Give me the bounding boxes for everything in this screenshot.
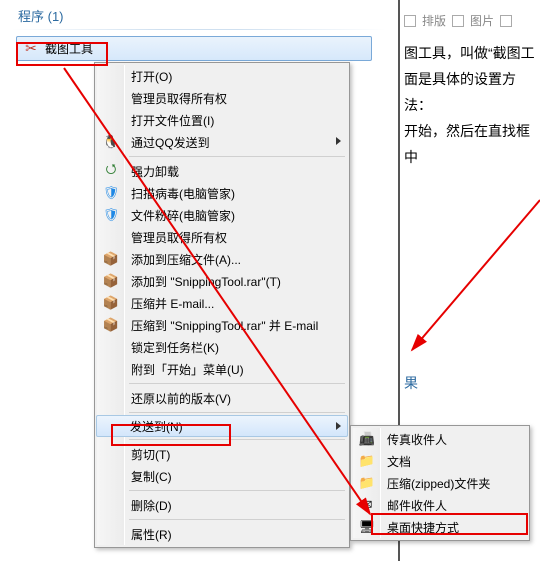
rar-icon: 📦 (103, 295, 119, 311)
layout-icon (404, 15, 416, 27)
mi-uninstall[interactable]: ⭯强力卸载 (97, 160, 347, 182)
mi-pin-start[interactable]: 附到「开始」菜单(U) (97, 358, 347, 380)
article-text: 果 (404, 370, 536, 396)
editor-tabs: 排版 图片 (404, 8, 536, 34)
mi-qq-send[interactable]: 🐧通过QQ发送到 (97, 131, 347, 153)
sendto-submenu: 📠传真收件人 📁文档 📁压缩(zipped)文件夹 ✉邮件收件人 🖥桌面快捷方式 (350, 425, 530, 541)
mi-properties[interactable]: 属性(R) (97, 523, 347, 545)
mi-desktop-shortcut[interactable]: 🖥桌面快捷方式 (353, 516, 527, 538)
chevron-right-icon (336, 422, 341, 430)
context-menu: 打开(O) 管理员取得所有权 打开文件位置(I) 🐧通过QQ发送到 ⭯强力卸载 … (94, 62, 350, 548)
separator (129, 439, 345, 440)
mi-add-snip-rar[interactable]: 📦添加到 "SnippingTool.rar"(T) (97, 270, 347, 292)
rar-icon: 📦 (103, 251, 119, 267)
mi-admin-own[interactable]: 管理员取得所有权 (97, 87, 347, 109)
mi-send-to[interactable]: 发送到(N) (96, 415, 348, 437)
mi-restore-versions[interactable]: 还原以前的版本(V) (97, 387, 347, 409)
mi-cut[interactable]: 剪切(T) (97, 443, 347, 465)
fax-icon: 📠 (359, 431, 375, 447)
uninstall-icon: ⭯ (103, 163, 119, 179)
image-icon (452, 15, 464, 27)
article-text: 图工具，叫做“截图工 (404, 40, 536, 66)
programs-header: 程序 (1) (0, 0, 398, 27)
mi-zip-snip-email[interactable]: 📦压缩到 "SnippingTool.rar" 并 E-mail (97, 314, 347, 336)
header-divider (12, 29, 386, 30)
separator (129, 412, 345, 413)
monitor-icon: 🖥 (359, 519, 375, 535)
mi-open-location[interactable]: 打开文件位置(I) (97, 109, 347, 131)
article-text: 面是具体的设置方法： (404, 66, 536, 118)
shield-icon: 🛡 (103, 207, 119, 223)
mi-open[interactable]: 打开(O) (97, 65, 347, 87)
mi-add-to-archive[interactable]: 📦添加到压缩文件(A)... (97, 248, 347, 270)
mi-file-shred[interactable]: 🛡文件粉碎(电脑管家) (97, 204, 347, 226)
video-icon (500, 15, 512, 27)
rar-icon: 📦 (103, 273, 119, 289)
mi-delete[interactable]: 删除(D) (97, 494, 347, 516)
mi-admin-own2[interactable]: 管理员取得所有权 (97, 226, 347, 248)
program-snipping-tool[interactable]: ✂ 截图工具 (16, 36, 372, 61)
qq-icon: 🐧 (103, 134, 119, 150)
mi-zipped-folder[interactable]: 📁压缩(zipped)文件夹 (353, 472, 527, 494)
mi-mail-recipient[interactable]: ✉邮件收件人 (353, 494, 527, 516)
program-label: 截图工具 (45, 40, 93, 57)
mi-zip-email[interactable]: 📦压缩并 E-mail... (97, 292, 347, 314)
zip-icon: 📁 (359, 475, 375, 491)
tab-layout[interactable]: 排版 (422, 8, 446, 34)
mi-scan-virus[interactable]: 🛡扫描病毒(电脑管家) (97, 182, 347, 204)
folder-icon: 📁 (359, 453, 375, 469)
mi-fax[interactable]: 📠传真收件人 (353, 428, 527, 450)
mi-pin-taskbar[interactable]: 锁定到任务栏(K) (97, 336, 347, 358)
mi-copy[interactable]: 复制(C) (97, 465, 347, 487)
separator (129, 156, 345, 157)
chevron-right-icon (336, 137, 341, 145)
shield-icon: 🛡 (103, 185, 119, 201)
tab-image[interactable]: 图片 (470, 8, 494, 34)
separator (129, 490, 345, 491)
separator (129, 519, 345, 520)
mail-icon: ✉ (359, 497, 375, 513)
scissors-icon: ✂ (23, 41, 39, 57)
mi-documents[interactable]: 📁文档 (353, 450, 527, 472)
separator (129, 383, 345, 384)
article-text: 开始，然后在直找框中 (404, 118, 536, 170)
rar-icon: 📦 (103, 317, 119, 333)
